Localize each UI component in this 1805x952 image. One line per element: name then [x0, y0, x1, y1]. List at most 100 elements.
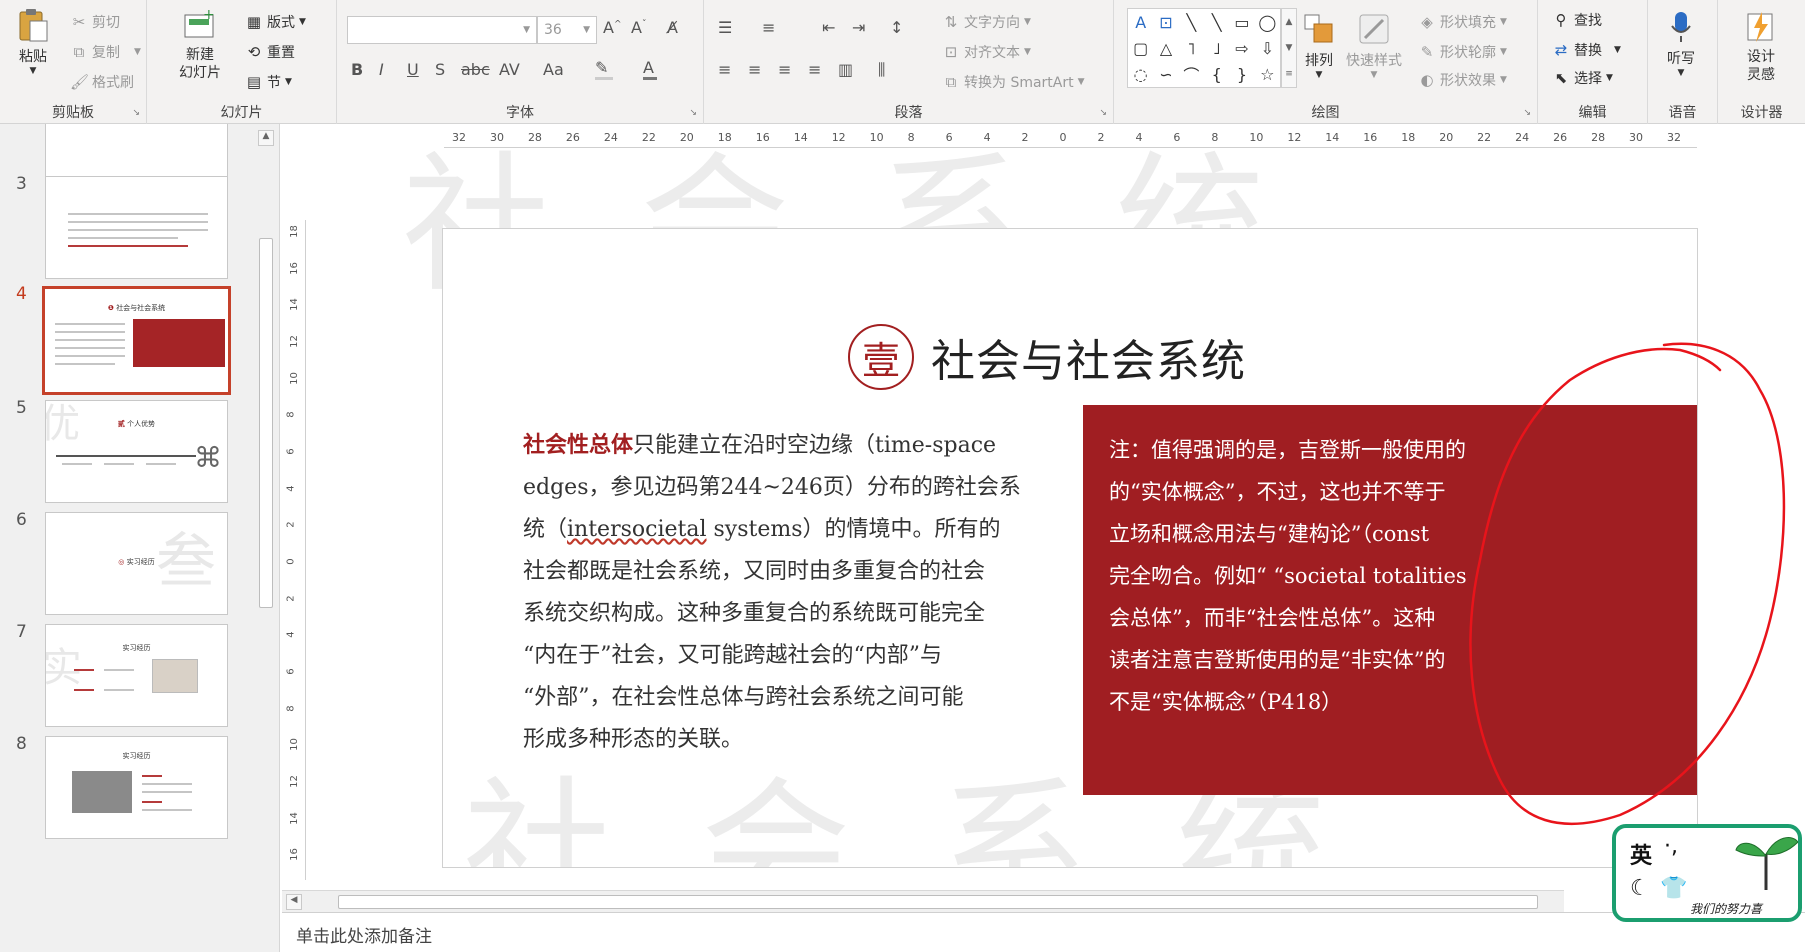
shapes-gallery-scroll[interactable]: ▲ ▼ ≡ — [1281, 8, 1297, 88]
design-ideas-button[interactable]: 设计 灵感 — [1736, 8, 1786, 84]
clear-format-icon[interactable]: A̸ — [667, 18, 678, 37]
brace-right-icon[interactable]: } — [1237, 65, 1247, 84]
format-painter-button[interactable]: 🖌 格式刷 — [70, 72, 134, 92]
quick-styles-button[interactable]: 快速样式 ▼ — [1346, 10, 1402, 80]
align-center-icon[interactable]: ≡ — [748, 60, 761, 79]
slide-canvas[interactable]: 社 会 系 统 壹 社会与社会系统 社会性总体只能建立在沿时空边缘（time-s… — [442, 228, 1698, 868]
distribute-icon[interactable]: ▥ — [838, 60, 853, 79]
notes-placeholder[interactable]: 单击此处添加备注 — [296, 922, 432, 947]
thumbnail-scrollbar[interactable]: ▲ — [256, 128, 276, 948]
brace-left-icon[interactable]: { — [1212, 65, 1222, 84]
skin-shirt-icon[interactable]: 👕 — [1660, 876, 1687, 901]
editor-horizontal-scrollbar[interactable]: ◀ — [282, 890, 1564, 912]
columns-icon[interactable]: ⫼ — [878, 60, 885, 80]
arrow-right-shape-icon[interactable]: ⇨ — [1235, 39, 1248, 58]
ime-punctuation-toggle[interactable]: ·, — [1664, 834, 1678, 859]
align-text-button[interactable]: ⊡ 对齐文本 ▼ — [942, 42, 1031, 62]
more-icon[interactable]: ≡ — [1285, 69, 1293, 79]
vertical-textbox-icon[interactable]: ⊡ — [1159, 13, 1172, 32]
chevron-up-icon[interactable]: ▲ — [1286, 17, 1293, 27]
slide-thumbnail-6[interactable]: 叁 ◎ 实习经历 — [45, 512, 228, 615]
select-button[interactable]: ⬉ 选择 ▼ — [1552, 68, 1613, 88]
shape-fill-button[interactable]: ◈ 形状填充 ▼ — [1418, 12, 1507, 32]
drawing-launcher-icon[interactable]: ↘ — [1523, 108, 1531, 118]
increase-indent-icon[interactable]: ⇥ — [852, 18, 865, 37]
font-size-select[interactable]: 36 ▼ — [537, 16, 597, 44]
numbering-icon[interactable]: ≡ — [762, 18, 775, 37]
body-textbox[interactable]: 社会性总体只能建立在沿时空边缘（time-space edges，参见边码第24… — [523, 424, 1023, 761]
char-spacing-button[interactable]: AV — [499, 60, 520, 79]
arrow-down-shape-icon[interactable]: ⇩ — [1261, 39, 1274, 58]
cut-button[interactable]: ✂ 剪切 — [70, 12, 120, 32]
highlight-icon[interactable]: ✎ — [595, 58, 613, 80]
paste-button[interactable]: 粘贴 ▼ — [14, 6, 52, 76]
shadow-button[interactable]: S — [435, 60, 445, 79]
line-shape-icon[interactable]: ╲ — [1187, 13, 1197, 32]
line-spacing-icon[interactable]: ↕ — [890, 18, 903, 37]
slide-thumbnail-pane[interactable]: 3 4 ❶ 社会与社会系统 5 优 贰 个人优势 ⌘ — [0, 124, 280, 952]
reset-button[interactable]: ⟲ 重置 — [245, 42, 295, 62]
rectangle-shape-icon[interactable]: ▭ — [1234, 13, 1249, 32]
slide-thumbnail-3[interactable] — [45, 176, 228, 279]
moon-icon[interactable]: ☾ — [1630, 876, 1650, 901]
shapes-gallery[interactable]: A ⊡ ╲ ╲ ▭ ◯ ▢ △ ˥ ˩ ⇨ ⇩ ◌ ∽ ⌒ { } ☆ — [1127, 8, 1281, 88]
justify-icon[interactable]: ≡ — [808, 60, 821, 79]
scrollbar-thumb[interactable] — [259, 238, 273, 608]
smartart-button[interactable]: ⧉ 转换为 SmartArt ▼ — [942, 72, 1085, 92]
shrink-font-icon[interactable]: Aˇ — [631, 18, 646, 37]
scrollbar-thumb[interactable] — [338, 895, 1538, 909]
freeform-shape-icon[interactable]: ◌ — [1134, 65, 1148, 84]
triangle-shape-icon[interactable]: △ — [1160, 39, 1172, 58]
slide-title[interactable]: 社会与社会系统 — [931, 325, 1246, 389]
scroll-up-icon[interactable]: ▲ — [258, 130, 274, 146]
line-shape-icon-2[interactable]: ╲ — [1212, 13, 1222, 32]
curve-shape-icon[interactable]: ∽ — [1159, 65, 1172, 84]
chevron-down-icon[interactable]: ▼ — [1286, 43, 1293, 53]
find-button[interactable]: ⚲ 查找 — [1552, 10, 1603, 30]
align-left-icon[interactable]: ≡ — [718, 60, 731, 79]
ime-language-toggle[interactable]: 英 — [1630, 838, 1652, 870]
align-right-icon[interactable]: ≡ — [778, 60, 791, 79]
slide-thumbnail-5[interactable]: 优 贰 个人优势 ⌘ — [45, 400, 228, 503]
bold-button[interactable]: B — [351, 60, 363, 79]
horizontal-ruler[interactable]: 32 30 28 26 24 22 20 18 16 14 12 10 8 6 4 2 0 2 4 6 8 10 12 14 1… — [444, 128, 1697, 148]
paragraph-launcher-icon[interactable]: ↘ — [1099, 108, 1107, 118]
copy-button[interactable]: ⧉ 复制 ▼ — [70, 42, 141, 62]
elbow-connector-icon-2[interactable]: ˩ — [1213, 39, 1221, 58]
underline-button[interactable]: U — [407, 60, 419, 79]
italic-button[interactable]: I — [379, 60, 384, 79]
grow-font-icon[interactable]: A^ — [603, 18, 622, 37]
arrange-button[interactable]: 排列 ▼ — [1300, 10, 1338, 80]
shape-effects-button[interactable]: ◐ 形状效果 ▼ — [1418, 70, 1506, 90]
shape-outline-button[interactable]: ✎ 形状轮廓 ▼ — [1418, 42, 1507, 62]
rounded-rect-shape-icon[interactable]: ▢ — [1133, 39, 1148, 58]
section-button[interactable]: ▤ 节 ▼ — [245, 72, 292, 92]
font-name-select[interactable]: ▼ — [347, 16, 537, 44]
font-color-icon[interactable]: A — [643, 58, 657, 80]
text-direction-button[interactable]: ⇅ 文字方向 ▼ — [942, 12, 1031, 32]
elbow-connector-icon[interactable]: ˥ — [1187, 39, 1195, 58]
ime-toolbar[interactable]: 英 ·, ☾ 👕 我们的努力喜 — [1612, 824, 1802, 922]
slide-thumbnail-4[interactable]: ❶ 社会与社会系统 — [42, 286, 231, 395]
notes-pane[interactable]: 单击此处添加备注 — [282, 912, 1805, 952]
scroll-left-icon[interactable]: ◀ — [286, 894, 302, 910]
decrease-indent-icon[interactable]: ⇤ — [822, 18, 835, 37]
layout-button[interactable]: ▦ 版式 ▼ — [245, 12, 306, 32]
vertical-ruler[interactable]: 18 16 14 12 10 8 6 4 2 0 2 4 6 8 10 12 14 16 — [286, 220, 306, 880]
dictate-button[interactable]: 听写 ▼ — [1662, 8, 1700, 78]
slide-thumbnail-2[interactable] — [45, 124, 228, 179]
replace-button[interactable]: ⇄ 替换 ▼ — [1552, 40, 1621, 60]
font-launcher-icon[interactable]: ↘ — [689, 108, 697, 118]
note-callout-box[interactable]: 注：值得强调的是，吉登斯一般使用的 的“实体概念”，不过，这也并不等于 立场和概… — [1083, 405, 1697, 795]
slide-thumbnail-8[interactable]: 实习经历 — [45, 736, 228, 839]
new-slide-button[interactable]: + 新建 幻灯片 — [171, 6, 229, 82]
change-case-button[interactable]: Aa — [543, 60, 564, 79]
slide-editor[interactable]: 社 会 系 统 32 30 28 26 24 22 20 18 16 14 12 10 8 6 4 2 0 2 4 6… — [282, 124, 1805, 892]
bullets-icon[interactable]: ☰ — [718, 18, 732, 37]
strikethrough-button[interactable]: abc — [461, 60, 490, 79]
oval-shape-icon[interactable]: ◯ — [1258, 13, 1276, 32]
arc-shape-icon[interactable]: ⌒ — [1183, 62, 1199, 86]
slide-thumbnail-7[interactable]: 实 实习经历 — [45, 624, 228, 727]
clipboard-launcher-icon[interactable]: ↘ — [132, 108, 140, 118]
star-shape-icon[interactable]: ☆ — [1260, 65, 1274, 84]
